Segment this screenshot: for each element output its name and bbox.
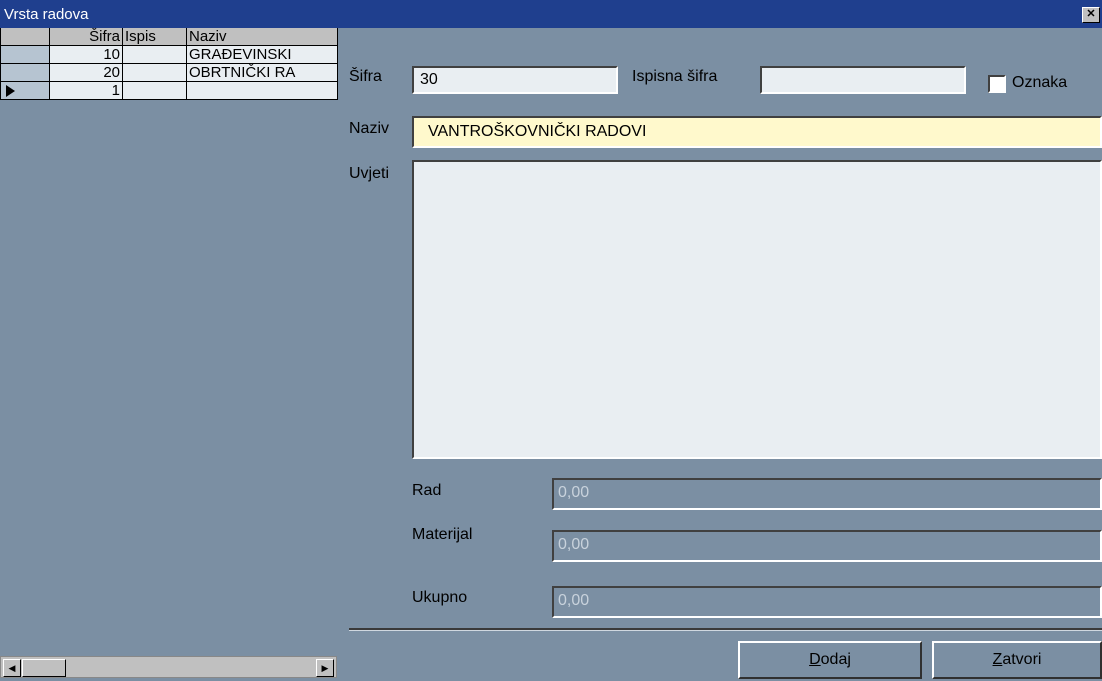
rad-label: Rad (412, 482, 442, 499)
zatvori-mnemonic: Z (992, 651, 1003, 668)
dodaj-label: odaj (820, 651, 851, 668)
row-indicator-current[interactable] (0, 81, 50, 100)
window-titlebar: Vrsta radova ✕ (0, 0, 1102, 28)
ispisna-sifra-label: Ispisna šifra (632, 68, 718, 85)
grid-indicator-header (0, 28, 50, 46)
row-indicator[interactable] (0, 63, 50, 82)
cell-naziv[interactable]: OBRTNIČKI RA (186, 63, 338, 82)
close-icon[interactable]: ✕ (1082, 7, 1100, 23)
oznaka-label[interactable]: Oznaka (1012, 74, 1067, 92)
ispisna-sifra-field[interactable] (760, 66, 966, 94)
cell-naziv[interactable] (186, 81, 338, 100)
scroll-right-icon[interactable]: ▶ (316, 659, 334, 677)
rad-field: 0,00 (552, 478, 1102, 510)
uvjeti-textarea[interactable] (412, 160, 1102, 459)
ukupno-label: Ukupno (412, 589, 468, 606)
sifra-field[interactable]: 30 (412, 66, 618, 94)
materijal-field: 0,00 (552, 530, 1102, 562)
ukupno-field: 0,00 (552, 586, 1102, 618)
cell-sifra[interactable]: 1 (49, 81, 123, 100)
zatvori-button[interactable]: Zatvori (932, 641, 1102, 679)
naziv-label: Naziv (349, 120, 390, 137)
cell-sifra[interactable]: 20 (49, 63, 123, 82)
table-row[interactable]: 10 GRAĐEVINSKI (0, 45, 338, 64)
column-header-sifra[interactable]: Šifra (49, 28, 123, 46)
table-row[interactable]: 20 OBRTNIČKI RA (0, 63, 338, 82)
cell-ispis[interactable] (122, 63, 187, 82)
cell-ispis[interactable] (122, 45, 187, 64)
dodaj-button[interactable]: Dodaj (738, 641, 922, 679)
materijal-label: Materijal (412, 526, 473, 543)
column-header-ispis[interactable]: Ispis (122, 28, 187, 46)
footer-divider (349, 628, 1102, 631)
cell-sifra[interactable]: 10 (49, 45, 123, 64)
grid-horizontal-scrollbar[interactable]: ◀ ▶ (0, 656, 337, 678)
cell-ispis[interactable] (122, 81, 187, 100)
grid-header-row: Šifra Ispis Naziv (0, 28, 338, 46)
dodaj-mnemonic: D (809, 651, 821, 668)
cell-naziv[interactable]: GRAĐEVINSKI (186, 45, 338, 64)
zatvori-label: atvori (1002, 651, 1042, 668)
uvjeti-label: Uvjeti (349, 165, 390, 182)
table-row-current[interactable]: 1 (0, 81, 338, 100)
sifra-label: Šifra (349, 68, 382, 85)
scrollbar-thumb[interactable] (22, 659, 66, 677)
oznaka-checkbox[interactable] (988, 75, 1006, 93)
row-indicator[interactable] (0, 45, 50, 64)
scroll-left-icon[interactable]: ◀ (3, 659, 21, 677)
column-header-naziv[interactable]: Naziv (186, 28, 338, 46)
records-grid[interactable]: Šifra Ispis Naziv 10 GRAĐEVINSKI 20 OBRT… (0, 28, 341, 681)
current-row-arrow-icon (6, 85, 15, 98)
window-title: Vrsta radova (4, 6, 89, 23)
naziv-field[interactable]: VANTROŠKOVNIČKI RADOVI (412, 116, 1102, 148)
